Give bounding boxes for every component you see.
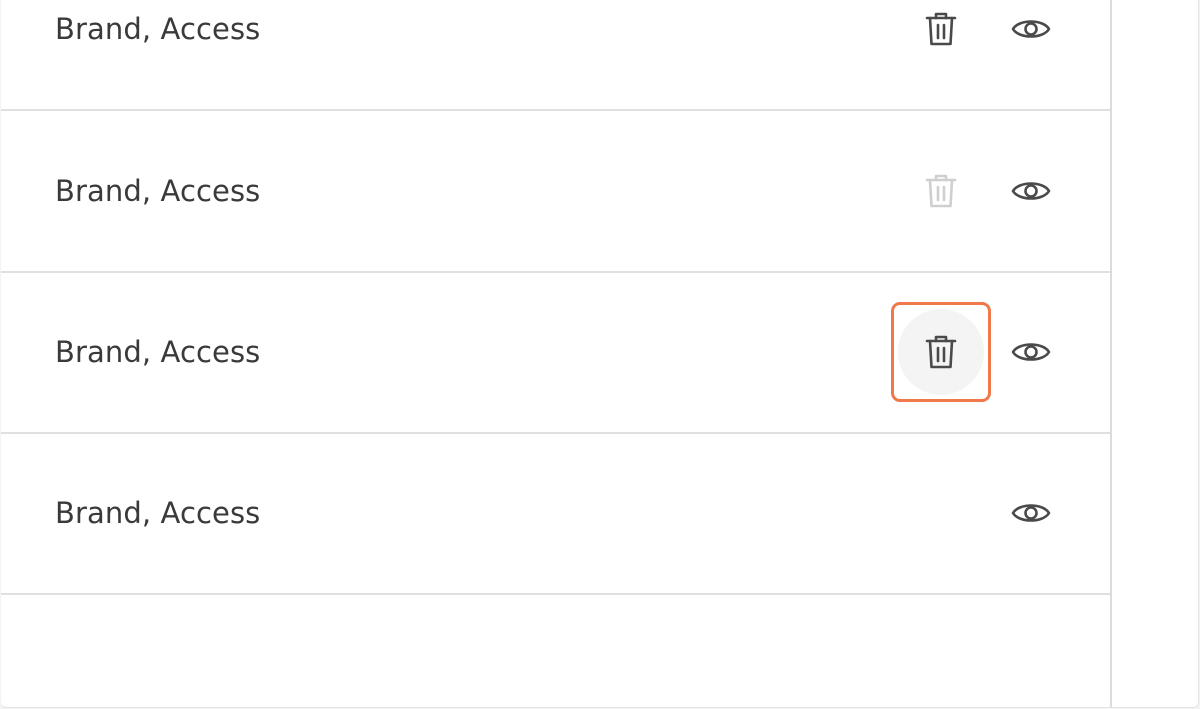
list-item-label: Brand, Access xyxy=(55,335,261,369)
list-panel: Brand, Access Brand, Access Brand, Acces… xyxy=(1,0,1199,708)
list-item-label: Brand, Access xyxy=(55,12,261,46)
list-item: Brand, Access xyxy=(1,111,1110,273)
trash-icon xyxy=(923,10,959,48)
side-panel xyxy=(1112,0,1198,707)
list-item: Brand, Access xyxy=(1,433,1110,595)
view-button[interactable] xyxy=(1009,169,1053,213)
eye-icon xyxy=(1011,14,1051,44)
list-item-label: Brand, Access xyxy=(55,174,261,208)
trash-icon xyxy=(923,333,959,371)
eye-icon xyxy=(1011,337,1051,367)
trash-icon xyxy=(923,172,959,210)
view-button[interactable] xyxy=(1009,491,1053,535)
view-button[interactable] xyxy=(1009,330,1053,374)
eye-icon xyxy=(1011,498,1051,528)
list-item: Brand, Access xyxy=(1,272,1110,434)
delete-button[interactable] xyxy=(919,7,963,51)
view-button[interactable] xyxy=(1009,7,1053,51)
brand-access-list: Brand, Access Brand, Access Brand, Acces… xyxy=(1,0,1112,707)
delete-button-disabled xyxy=(919,169,963,213)
delete-button[interactable] xyxy=(919,330,963,374)
list-item-label: Brand, Access xyxy=(55,496,261,530)
eye-icon xyxy=(1011,176,1051,206)
list-item: Brand, Access xyxy=(1,0,1110,111)
